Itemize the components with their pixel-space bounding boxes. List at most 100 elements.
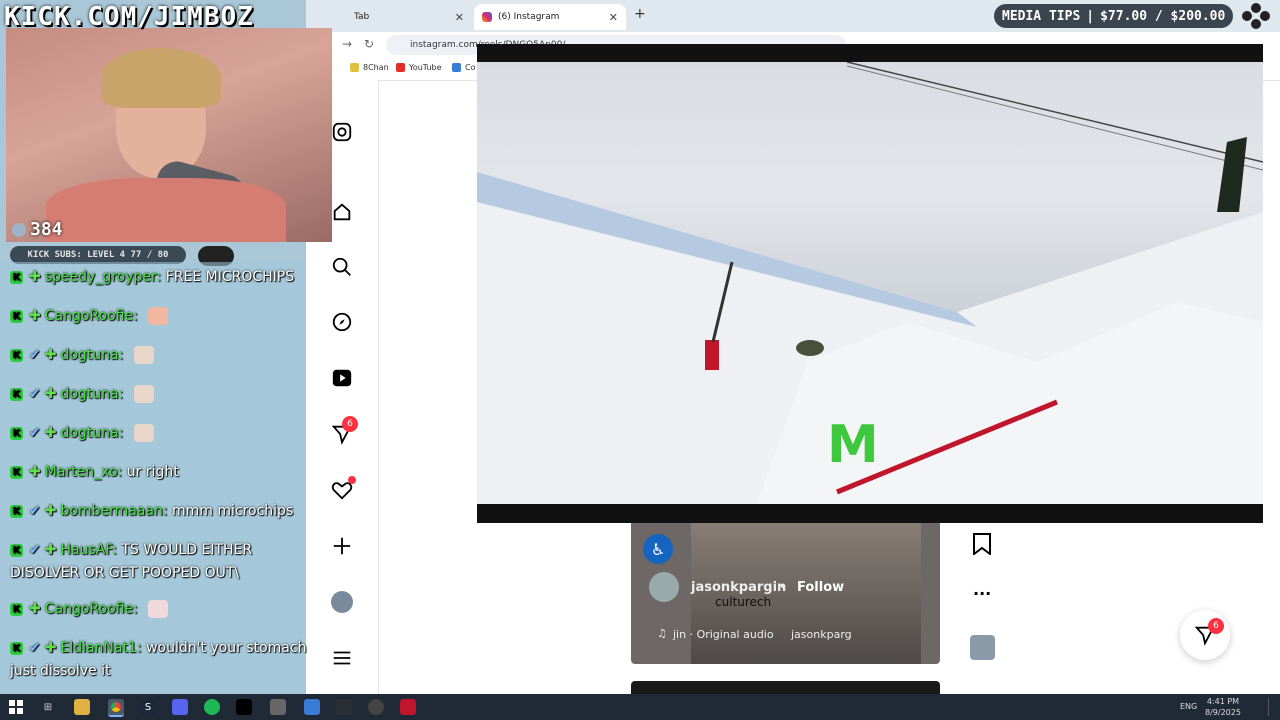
app-icon[interactable] <box>270 699 286 715</box>
messages-badge: 6 <box>342 416 358 432</box>
bookmark-co[interactable]: Co <box>452 63 475 72</box>
forward-icon[interactable]: → <box>342 37 352 51</box>
chrome-icon[interactable] <box>108 699 124 717</box>
search-icon[interactable] <box>330 255 354 279</box>
bookmark-label: YouTube <box>409 63 442 72</box>
bookmark-8chan[interactable]: 8Chan <box>350 63 389 72</box>
verified-icon: ✔ <box>29 347 41 363</box>
app-icon[interactable] <box>304 699 320 715</box>
home-icon[interactable] <box>330 200 354 224</box>
reel-audio-user[interactable]: jasonkparg <box>791 628 852 641</box>
show-desktop-button[interactable] <box>1268 698 1277 716</box>
task-view-icon[interactable]: ⊞ <box>40 699 56 715</box>
app-icon[interactable] <box>336 699 352 715</box>
explore-icon[interactable] <box>330 310 354 334</box>
webcam-feed <box>6 28 332 242</box>
chat-username[interactable]: speedy_groyper: <box>45 269 162 285</box>
chat-emote <box>133 424 154 442</box>
app-icon[interactable] <box>368 699 384 715</box>
bookmark-youtube[interactable]: YouTube <box>396 63 442 72</box>
sub-badge-icon: ✚ <box>44 542 57 558</box>
chat-username[interactable]: Marten_xo: <box>45 464 123 480</box>
verified-icon: ✔ <box>29 425 41 441</box>
chat-message: K ✔ ✚ dogtuna: <box>10 422 310 445</box>
new-tab-icon[interactable]: + <box>634 6 646 22</box>
kick-badge-icon: K <box>10 543 23 557</box>
reels-icon[interactable] <box>330 366 354 390</box>
notification-dot <box>348 476 356 484</box>
sub-badge-icon: ✚ <box>44 386 57 402</box>
chat-username[interactable]: EldianNat1: <box>60 640 141 656</box>
app-icon[interactable] <box>400 699 416 715</box>
chat-username[interactable]: HausAF: <box>60 542 117 558</box>
profile-avatar[interactable] <box>330 590 354 614</box>
kick-badge-icon: K <box>10 465 23 479</box>
messages-icon[interactable]: 6 <box>330 416 358 446</box>
chat-text: ur right <box>126 464 179 480</box>
clock-date: 8/9/2025 <box>1205 708 1241 717</box>
reel-card[interactable]: ♿ jasonkpargin • Follow culturech ♫ jin … <box>631 520 940 664</box>
tab-other[interactable]: Tab ✕ <box>346 4 472 30</box>
video-popup[interactable]: M <box>477 44 1263 523</box>
chat-username[interactable]: CangoRoofie: <box>45 601 138 617</box>
chat-username[interactable]: CangoRoofie: <box>45 308 138 324</box>
next-reel-card[interactable] <box>631 681 940 694</box>
instagram-logo-icon[interactable] <box>330 120 354 144</box>
reload-icon[interactable]: ↻ <box>364 37 374 51</box>
floating-messages-button[interactable]: 6 <box>1180 610 1230 660</box>
audio-thumbnail[interactable] <box>970 635 995 660</box>
chat-username[interactable]: dogtuna: <box>60 347 123 363</box>
music-note-icon: ♫ <box>657 627 667 640</box>
reel-audio[interactable]: jin · Original audio <box>673 628 774 641</box>
bookmark-icon <box>452 63 461 72</box>
accessibility-icon[interactable]: ♿ <box>643 534 673 564</box>
more-options-icon[interactable]: ··· <box>973 584 991 603</box>
clock-time: 4:41 PM <box>1206 697 1240 706</box>
clock[interactable]: 4:41 PM 8/9/2025 <box>1205 696 1241 718</box>
chat-message: K ✚ CangoRoofie: <box>10 305 310 328</box>
reel-subtext: culturech <box>715 595 772 609</box>
kick-badge-icon: K <box>10 387 23 401</box>
verified-icon: ✔ <box>29 386 41 402</box>
terminal-icon[interactable] <box>236 699 252 715</box>
discord-icon[interactable] <box>172 699 188 715</box>
chat-message: K ✔ ✚ EldianNat1: wouldn't your stomach jus… <box>10 637 310 683</box>
menu-icon[interactable] <box>330 646 354 670</box>
kick-badge-icon: K <box>10 270 23 284</box>
reel-username[interactable]: jasonkpargin <box>691 580 786 595</box>
follow-button[interactable]: Follow <box>797 580 844 595</box>
language-indicator[interactable]: ENG <box>1180 702 1197 711</box>
chat-username[interactable]: dogtuna: <box>60 425 123 441</box>
chat-emote <box>148 307 169 325</box>
bookmark-label: Co <box>465 63 476 72</box>
close-icon[interactable]: ✕ <box>609 11 618 24</box>
sub-badge-icon: ✚ <box>29 308 41 324</box>
spotify-icon[interactable] <box>204 699 220 715</box>
create-icon[interactable] <box>330 534 354 558</box>
tab-label: (6) Instagram <box>498 12 560 22</box>
streamer-hair <box>101 48 221 108</box>
stream-title: KICK.COM/JIMBOZ <box>4 2 254 32</box>
sub-badge-icon: ✚ <box>29 464 41 480</box>
media-tips-logo-icon <box>1240 2 1272 30</box>
chat-message: K ✚ speedy_groyper: FREE MICROCHIPS <box>10 266 310 289</box>
save-icon[interactable] <box>972 533 992 559</box>
close-icon[interactable]: ✕ <box>455 11 464 24</box>
tab-instagram[interactable]: (6) Instagram ✕ <box>474 4 626 30</box>
chat-username[interactable]: dogtuna: <box>60 386 123 402</box>
verified-icon: ✔ <box>29 640 41 656</box>
chat-emote <box>148 600 169 618</box>
chat-message: K ✔ ✚ bombermaaan: mmm microchips <box>10 500 310 523</box>
chat-username[interactable]: bombermaaan: <box>60 503 167 519</box>
floating-badge: 6 <box>1208 618 1224 634</box>
notifications-icon[interactable] <box>330 476 356 502</box>
verified-icon: ✔ <box>29 542 41 558</box>
viewer-icon <box>12 223 26 237</box>
reel-author-avatar[interactable] <box>649 572 679 602</box>
steam-icon[interactable]: S <box>140 699 156 715</box>
kick-badge-icon: K <box>10 641 23 655</box>
bookmark-label: 8Chan <box>363 63 389 72</box>
start-icon[interactable] <box>8 699 24 715</box>
kick-badge-icon: K <box>10 348 23 362</box>
file-explorer-icon[interactable] <box>74 699 90 715</box>
